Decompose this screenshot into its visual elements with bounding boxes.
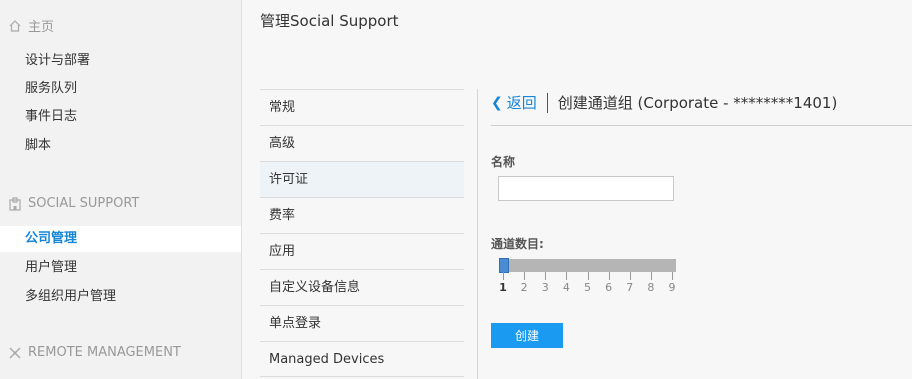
menu-item-rates[interactable]: 费率 — [260, 197, 464, 233]
remote-management-section-header[interactable]: REMOTE MANAGEMENT — [8, 345, 181, 360]
channels-label: 通道数目: — [491, 237, 544, 251]
slider-tick-labels: 1234 5 6789 — [499, 281, 676, 295]
menu-item-advanced[interactable]: 高级 — [260, 125, 464, 161]
social-support-section-label: SOCIAL SUPPORT — [28, 196, 140, 211]
name-label: 名称 — [491, 155, 516, 169]
menu-item-general[interactable]: 常规 — [260, 89, 464, 125]
panel-title: 创建通道组 (Corporate - ********1401) — [557, 94, 838, 112]
chevron-left-icon: ❮ — [491, 94, 503, 111]
name-input[interactable] — [498, 176, 674, 201]
back-label: 返回 — [506, 94, 537, 112]
slider-tick — [608, 272, 610, 280]
slider-tick-label: 8 — [647, 281, 655, 294]
menu-item-custom-device-info[interactable]: 自定义设备信息 — [260, 269, 464, 305]
slider-track[interactable] — [499, 259, 676, 272]
slider-tick-label: 4 — [562, 281, 570, 294]
vertical-divider — [477, 89, 478, 379]
create-button[interactable]: 创建 — [491, 323, 563, 348]
sidebar-item-scripts[interactable]: 脚本 — [0, 133, 241, 159]
sidebar: 主页 设计与部署 服务队列 事件日志 脚本 SOCIAL SUPPORT 公司管… — [0, 0, 242, 379]
slider-tick-label: 3 — [541, 281, 549, 294]
slider-tick — [503, 272, 504, 280]
home-section-label: 主页 — [28, 20, 55, 35]
panel-divider — [491, 125, 912, 126]
slider-ticks — [499, 272, 676, 280]
page-title: 管理Social Support — [260, 12, 399, 30]
sidebar-item-user-management[interactable]: 用户管理 — [0, 255, 241, 281]
slider-tick — [629, 272, 631, 280]
menu-item-license[interactable]: 许可证 — [260, 161, 464, 197]
menu-item-sso[interactable]: 单点登录 — [260, 305, 464, 341]
slider-tick — [524, 272, 526, 280]
slider-tick-label: 7 — [626, 281, 634, 294]
menu-item-apps[interactable]: 应用 — [260, 233, 464, 269]
remote-management-section-label: REMOTE MANAGEMENT — [28, 345, 181, 360]
building-icon — [9, 196, 21, 211]
header-separator — [546, 92, 548, 113]
slider-tick — [566, 272, 568, 280]
sidebar-item-event-log[interactable]: 事件日志 — [0, 104, 241, 130]
home-section-header[interactable]: 主页 — [8, 16, 54, 35]
settings-menu: 常规 高级 许可证 费率 应用 自定义设备信息 单点登录 Managed Dev… — [260, 89, 464, 377]
home-icon — [9, 19, 21, 32]
slider-tick — [650, 272, 652, 280]
channels-slider[interactable] — [499, 258, 676, 273]
slider-tick-label: 5 — [584, 281, 591, 294]
slider-tick — [672, 272, 673, 280]
slider-tick-label: 9 — [668, 281, 676, 294]
menu-item-managed-devices[interactable]: Managed Devices — [260, 341, 464, 377]
social-support-section-header[interactable]: SOCIAL SUPPORT — [8, 196, 139, 211]
slider-tick — [545, 272, 547, 280]
back-button[interactable]: ❮ 返回 — [491, 92, 537, 113]
slider-tick-label: 6 — [605, 281, 613, 294]
panel-header: ❮ 返回 创建通道组 (Corporate - ********1401) — [491, 92, 837, 113]
slider-handle[interactable] — [499, 258, 509, 273]
sidebar-item-design-deploy[interactable]: 设计与部署 — [0, 48, 241, 74]
sidebar-item-company-management[interactable]: 公司管理 — [0, 226, 241, 252]
slider-tick-label: 1 — [499, 281, 507, 294]
sidebar-item-multi-org-user-management[interactable]: 多组织用户管理 — [0, 284, 241, 310]
sidebar-item-service-queue[interactable]: 服务队列 — [0, 76, 241, 102]
slider-tick — [587, 272, 589, 280]
remote-icon — [9, 346, 21, 359]
slider-tick-label: 2 — [520, 281, 528, 294]
